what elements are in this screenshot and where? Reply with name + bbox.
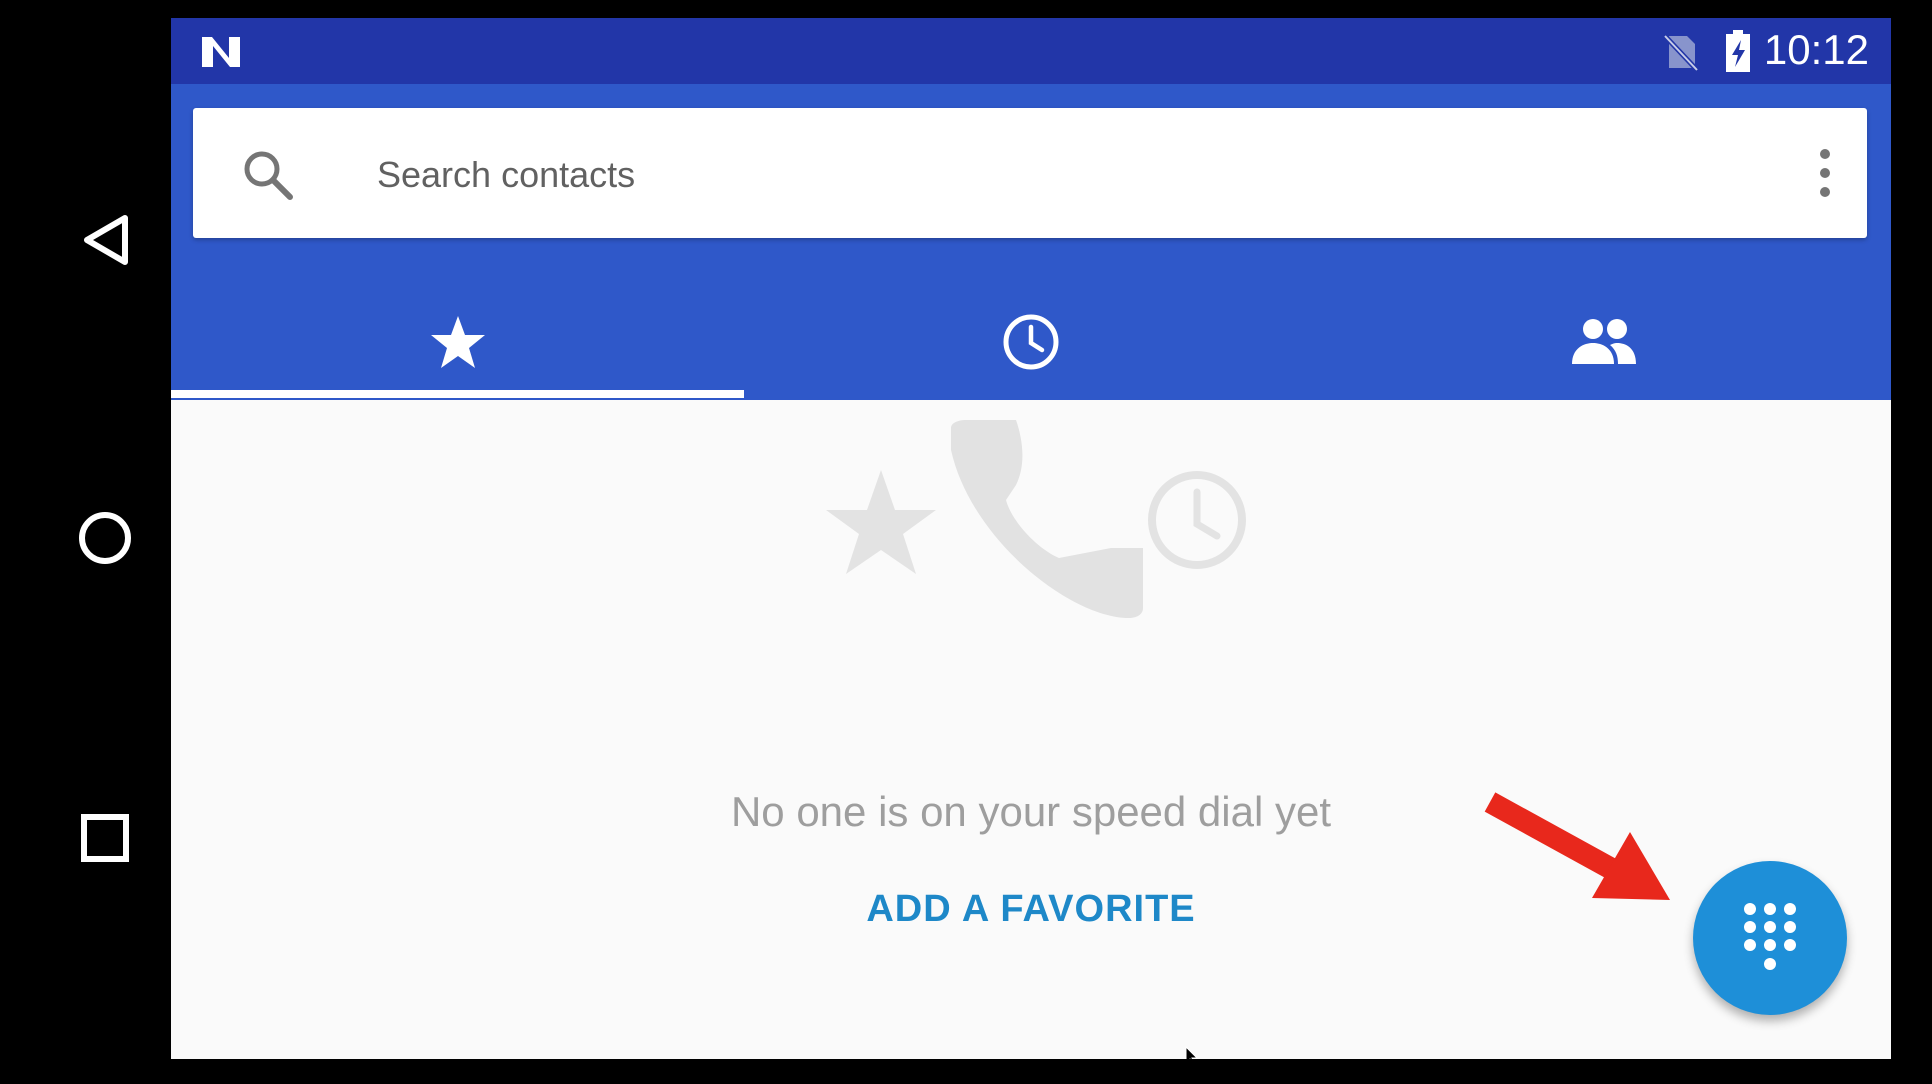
home-button[interactable] — [40, 473, 170, 603]
empty-state-illustration — [826, 420, 1246, 618]
empty-phone-icon — [951, 420, 1143, 618]
n-logo-icon — [202, 37, 240, 67]
empty-star-icon — [826, 470, 936, 574]
back-button[interactable] — [40, 175, 170, 305]
tab-recents[interactable] — [744, 284, 1317, 400]
battery-charging-icon — [1726, 30, 1750, 72]
search-input[interactable]: Search contacts — [377, 154, 635, 196]
speed-dial-panel: No one is on your speed dial yet ADD A F… — [171, 400, 1891, 1059]
tab-bar — [171, 284, 1891, 400]
clock-icon — [1003, 314, 1058, 370]
search-box[interactable]: Search contacts — [193, 108, 1867, 238]
triangle-back-icon — [84, 215, 128, 265]
status-bar: 10:12 — [171, 18, 1891, 84]
no-sim-icon — [1663, 34, 1699, 72]
search-icon[interactable] — [241, 148, 295, 202]
circle-home-icon — [79, 512, 131, 564]
system-nav-bar — [0, 0, 171, 1084]
star-icon — [430, 316, 485, 368]
annotation-arrow-icon — [1484, 792, 1670, 900]
tab-contacts[interactable] — [1317, 284, 1890, 400]
tab-speed-dial[interactable] — [171, 284, 744, 400]
more-vert-icon[interactable] — [1815, 148, 1835, 198]
empty-clock-icon — [1148, 471, 1246, 569]
selected-tab-indicator — [171, 390, 744, 398]
mouse-cursor-icon — [1185, 1046, 1199, 1059]
dialpad-fab[interactable] — [1693, 861, 1847, 1015]
recents-button[interactable] — [40, 773, 170, 903]
people-icon — [1571, 319, 1636, 364]
status-time: 10:12 — [1763, 26, 1869, 73]
square-recents-icon — [81, 814, 129, 862]
dialpad-icon — [1744, 903, 1796, 970]
